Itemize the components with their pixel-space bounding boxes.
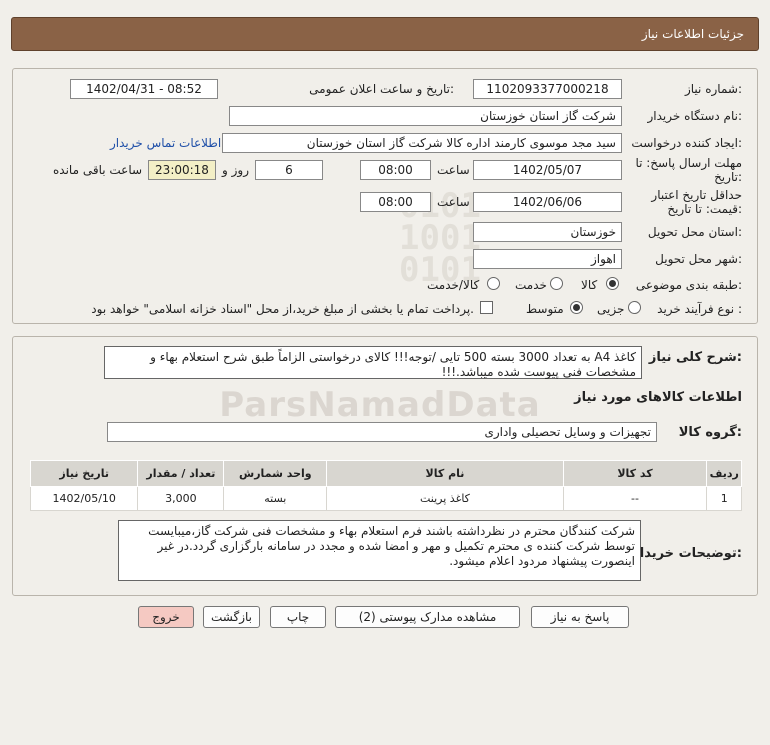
goods-section-title: اطلاعات کالاهای مورد نیاز [574, 390, 742, 405]
days-left-field: 6 [255, 160, 323, 180]
goods-table-header: ردیف کد کالا نام کالا واحد شمارش تعداد /… [29, 460, 742, 487]
treasury-payment-checkbox[interactable] [480, 301, 493, 314]
buyer-notes-label: توضیحات خریدار: [632, 546, 742, 561]
cell-name: کاغذ پرینت [326, 486, 564, 511]
col-name: نام کالا [326, 460, 564, 487]
category-option-goods: کالا [581, 278, 598, 292]
table-row: 1 -- کاغذ پرینت بسته 3,000 1402/05/10 [29, 486, 742, 511]
need-number-label: شماره نیاز: [684, 82, 742, 96]
description-textarea: کاغذ A4 به تعداد 3000 بسته 500 تایی /توج… [104, 346, 642, 379]
buyer-contact-link[interactable]: اطلاعات تماس خریدار [110, 136, 221, 150]
buyer-notes-textarea: شرکت کنندگان محترم در نظرداشته باشند فرم… [118, 520, 641, 581]
category-radio-goods-service[interactable] [487, 277, 500, 290]
col-row: ردیف [706, 460, 742, 487]
validity-label-date: قیمت: تا تاریخ: [667, 202, 742, 216]
print-button[interactable]: چاپ [270, 606, 326, 628]
validity-label: حداقل تاریخ اعتبار [651, 188, 742, 202]
creator-label: ایجاد کننده درخواست: [631, 136, 742, 150]
cell-code: -- [562, 486, 708, 511]
col-unit: واحد شمارش [223, 460, 328, 487]
category-radio-goods[interactable] [606, 277, 619, 290]
buyer-field: شرکت گاز استان خوزستان [229, 106, 622, 126]
goods-table: ردیف کد کالا نام کالا واحد شمارش تعداد /… [29, 460, 742, 511]
category-option-goods-service: کالا/خدمت [427, 278, 480, 292]
province-field: خوزستان [473, 222, 622, 242]
col-date: تاریخ نیاز [29, 460, 139, 487]
treasury-payment-note: پرداخت تمام یا بخشی از مبلغ خرید،از محل … [91, 302, 474, 316]
remaining-time-label: ساعت باقی مانده [53, 163, 143, 177]
cell-date: 1402/05/10 [29, 486, 139, 511]
cell-row: 1 [706, 486, 742, 511]
back-button[interactable]: بازگشت [203, 606, 260, 628]
category-label: طبقه بندی موضوعی: [635, 278, 742, 292]
attachments-button[interactable]: مشاهده مدارک پیوستی (2) [335, 606, 520, 628]
province-label: استان محل تحویل: [647, 225, 742, 239]
category-option-service: خدمت [515, 278, 547, 292]
city-label: شهر محل تحویل: [655, 252, 742, 266]
validity-date-field: 1402/06/06 [473, 192, 622, 212]
buyer-label: نام دستگاه خریدار: [647, 109, 743, 123]
deadline-time-field: 08:00 [360, 160, 431, 180]
process-label: نوع فرآیند خرید : [657, 302, 742, 316]
deadline-label-date: تاریخ: [714, 170, 742, 184]
validity-time-field: 08:00 [360, 192, 431, 212]
announce-date-label: تاریخ و ساعت اعلان عمومی: [309, 82, 454, 96]
process-radio-minor[interactable] [628, 301, 641, 314]
announce-date-field: 1402/04/31 - 08:52 [70, 79, 218, 99]
col-code: کد کالا [562, 460, 708, 487]
exit-button[interactable]: خروج [138, 606, 194, 628]
col-qty: تعداد / مقدار [137, 460, 225, 487]
deadline-label: مهلت ارسال پاسخ: تا [635, 156, 742, 170]
process-radio-medium[interactable] [570, 301, 583, 314]
deadline-time-label: ساعت [437, 163, 470, 177]
days-label: روز و [222, 163, 249, 177]
page-title: جزئیات اطلاعات نیاز [641, 27, 744, 41]
deadline-date-field: 1402/05/07 [473, 160, 622, 180]
remaining-time-field: 23:00:18 [148, 160, 216, 180]
goods-group-field: تجهیزات و وسایل تحصیلی واداری [107, 422, 657, 442]
process-option-medium: متوسط [526, 302, 564, 316]
goods-group-label: گروه کالا: [678, 425, 742, 440]
need-number-field: 1102093377000218 [473, 79, 622, 99]
page-header: جزئیات اطلاعات نیاز [11, 17, 759, 51]
cell-qty: 3,000 [137, 486, 225, 511]
reply-button[interactable]: پاسخ به نیاز [531, 606, 629, 628]
description-label: شرح کلی نیاز: [648, 350, 742, 365]
city-field: اهواز [473, 249, 622, 269]
process-option-minor: جزیی [597, 302, 625, 316]
creator-field: سید مجد موسوی کارمند اداره کالا شرکت گاز… [222, 133, 622, 153]
cell-unit: بسته [223, 486, 328, 511]
validity-time-label: ساعت [437, 195, 470, 209]
category-radio-service[interactable] [550, 277, 563, 290]
